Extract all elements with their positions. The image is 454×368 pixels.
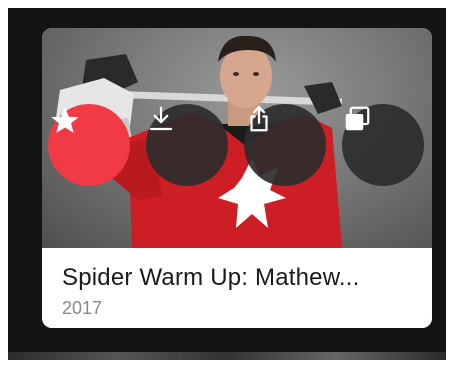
picture-in-picture-button[interactable] (342, 104, 424, 186)
media-card[interactable]: Spider Warm Up: Mathew... 2017 (42, 28, 432, 328)
card-info: Spider Warm Up: Mathew... 2017 (42, 248, 432, 328)
video-title: Spider Warm Up: Mathew... (62, 264, 360, 291)
share-button[interactable] (244, 104, 326, 186)
video-thumbnail[interactable] (42, 28, 432, 248)
next-row-thumbnail-edge (8, 352, 446, 360)
screen-frame: Spider Warm Up: Mathew... 2017 (8, 8, 446, 360)
favorite-button[interactable] (48, 104, 130, 186)
download-button[interactable] (146, 104, 228, 186)
video-year: 2017 (62, 298, 103, 318)
